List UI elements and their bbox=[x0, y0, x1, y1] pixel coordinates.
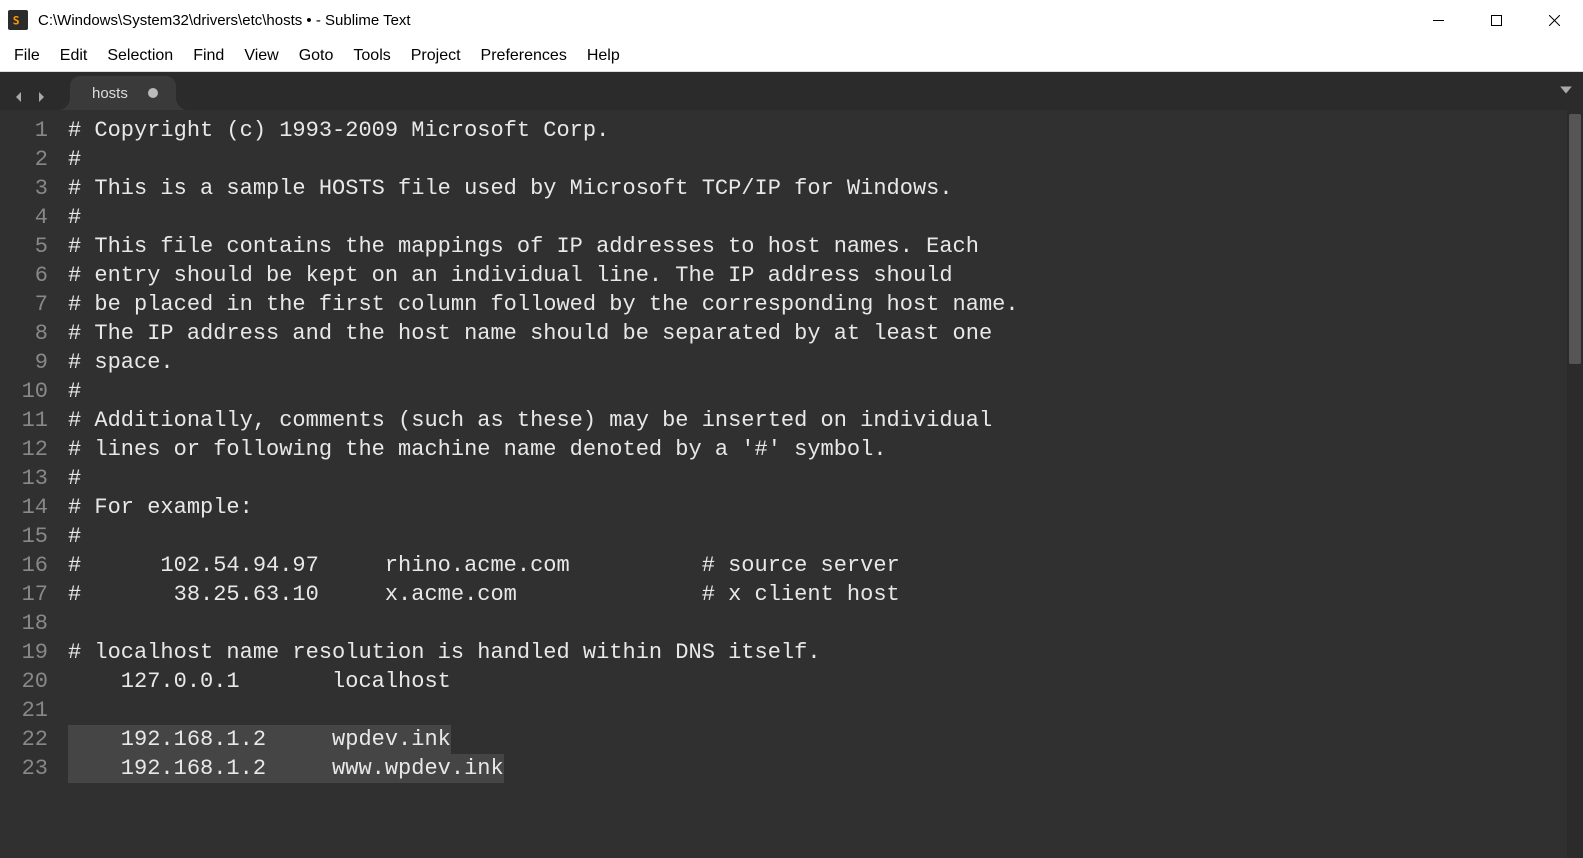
tab-hosts[interactable]: hosts bbox=[70, 76, 176, 110]
code-line[interactable]: # bbox=[68, 464, 1583, 493]
code-line[interactable]: # 102.54.94.97 rhino.acme.com # source s… bbox=[68, 551, 1583, 580]
code-line[interactable]: 127.0.0.1 localhost bbox=[68, 667, 1583, 696]
titlebar[interactable]: S C:\Windows\System32\drivers\etc\hosts … bbox=[0, 0, 1583, 40]
code-line[interactable]: # This is a sample HOSTS file used by Mi… bbox=[68, 174, 1583, 203]
nav-arrows bbox=[8, 90, 58, 110]
app-icon: S bbox=[8, 10, 28, 30]
menu-selection[interactable]: Selection bbox=[97, 43, 183, 69]
code-line[interactable]: # bbox=[68, 145, 1583, 174]
line-number[interactable]: 8 bbox=[10, 319, 48, 348]
code-line[interactable]: # Additionally, comments (such as these)… bbox=[68, 406, 1583, 435]
code-line[interactable]: # This file contains the mappings of IP … bbox=[68, 232, 1583, 261]
line-number[interactable]: 7 bbox=[10, 290, 48, 319]
code-line[interactable]: # lines or following the machine name de… bbox=[68, 435, 1583, 464]
code-line[interactable]: 192.168.1.2 wpdev.ink bbox=[68, 725, 1583, 754]
code-line[interactable]: # 38.25.63.10 x.acme.com # x client host bbox=[68, 580, 1583, 609]
line-number[interactable]: 11 bbox=[10, 406, 48, 435]
line-number[interactable]: 3 bbox=[10, 174, 48, 203]
line-number[interactable]: 12 bbox=[10, 435, 48, 464]
menu-tools[interactable]: Tools bbox=[343, 43, 400, 69]
line-number[interactable]: 19 bbox=[10, 638, 48, 667]
menu-find[interactable]: Find bbox=[183, 43, 234, 69]
gutter[interactable]: 1234567891011121314151617181920212223 bbox=[0, 110, 60, 858]
dirty-indicator-icon bbox=[148, 88, 158, 98]
code-area[interactable]: # Copyright (c) 1993-2009 Microsoft Corp… bbox=[60, 110, 1583, 858]
code-line[interactable] bbox=[68, 696, 1583, 725]
line-number[interactable]: 4 bbox=[10, 203, 48, 232]
nav-forward-button[interactable] bbox=[34, 90, 48, 104]
editor-chrome: hosts 1234567891011121314151617181920212… bbox=[0, 72, 1583, 858]
code-line[interactable]: # The IP address and the host name shoul… bbox=[68, 319, 1583, 348]
line-number[interactable]: 16 bbox=[10, 551, 48, 580]
tab-menu-button[interactable] bbox=[1559, 83, 1573, 102]
line-number[interactable]: 18 bbox=[10, 609, 48, 638]
minimize-button[interactable] bbox=[1409, 0, 1467, 40]
nav-back-button[interactable] bbox=[12, 90, 26, 104]
line-number[interactable]: 21 bbox=[10, 696, 48, 725]
tab-label: hosts bbox=[92, 85, 128, 102]
code-line[interactable]: # Copyright (c) 1993-2009 Microsoft Corp… bbox=[68, 116, 1583, 145]
code-line[interactable]: # localhost name resolution is handled w… bbox=[68, 638, 1583, 667]
line-number[interactable]: 6 bbox=[10, 261, 48, 290]
line-number[interactable]: 23 bbox=[10, 754, 48, 783]
line-number[interactable]: 5 bbox=[10, 232, 48, 261]
code-line[interactable]: # For example: bbox=[68, 493, 1583, 522]
code-line[interactable]: # space. bbox=[68, 348, 1583, 377]
line-number[interactable]: 20 bbox=[10, 667, 48, 696]
menu-file[interactable]: File bbox=[4, 43, 50, 69]
menu-goto[interactable]: Goto bbox=[289, 43, 344, 69]
menu-help[interactable]: Help bbox=[577, 43, 630, 69]
maximize-button[interactable] bbox=[1467, 0, 1525, 40]
line-number[interactable]: 9 bbox=[10, 348, 48, 377]
line-number[interactable]: 1 bbox=[10, 116, 48, 145]
menu-preferences[interactable]: Preferences bbox=[471, 43, 577, 69]
line-number[interactable]: 17 bbox=[10, 580, 48, 609]
line-number[interactable]: 13 bbox=[10, 464, 48, 493]
editor-body: 1234567891011121314151617181920212223 # … bbox=[0, 110, 1583, 858]
line-number[interactable]: 14 bbox=[10, 493, 48, 522]
menu-edit[interactable]: Edit bbox=[50, 43, 98, 69]
menu-view[interactable]: View bbox=[234, 43, 288, 69]
code-line[interactable]: # entry should be kept on an individual … bbox=[68, 261, 1583, 290]
code-line[interactable] bbox=[68, 609, 1583, 638]
line-number[interactable]: 10 bbox=[10, 377, 48, 406]
scrollbar[interactable] bbox=[1567, 110, 1583, 858]
code-line[interactable]: # be placed in the first column followed… bbox=[68, 290, 1583, 319]
code-line[interactable]: 192.168.1.2 www.wpdev.ink bbox=[68, 754, 1583, 783]
close-button[interactable] bbox=[1525, 0, 1583, 40]
svg-text:S: S bbox=[13, 13, 20, 27]
window-title: C:\Windows\System32\drivers\etc\hosts • … bbox=[38, 12, 411, 29]
window-controls bbox=[1409, 0, 1583, 40]
code-line[interactable]: # bbox=[68, 377, 1583, 406]
scrollbar-thumb[interactable] bbox=[1569, 114, 1581, 364]
code-line[interactable]: # bbox=[68, 203, 1583, 232]
tabbar: hosts bbox=[0, 72, 1583, 110]
line-number[interactable]: 2 bbox=[10, 145, 48, 174]
menu-project[interactable]: Project bbox=[401, 43, 471, 69]
line-number[interactable]: 22 bbox=[10, 725, 48, 754]
menubar: File Edit Selection Find View Goto Tools… bbox=[0, 40, 1583, 72]
code-line[interactable]: # bbox=[68, 522, 1583, 551]
line-number[interactable]: 15 bbox=[10, 522, 48, 551]
